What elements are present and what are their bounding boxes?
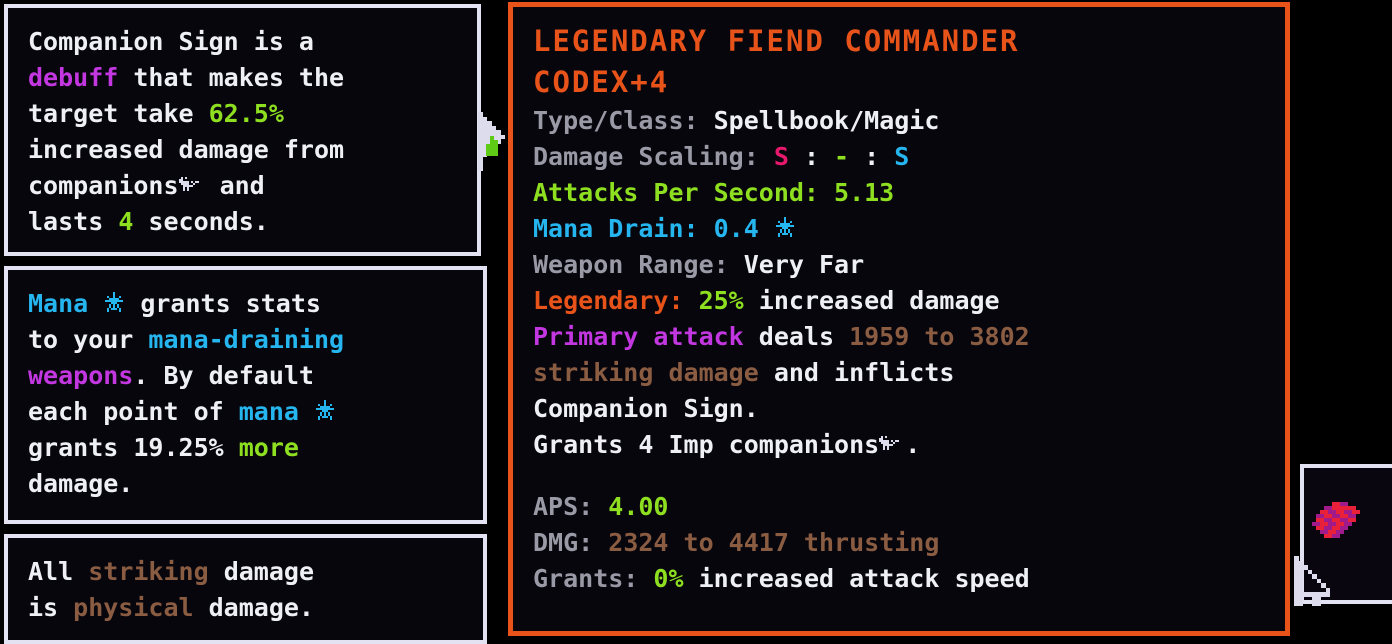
tooltip-mana-body: Mana grants stats to your mana-draining … bbox=[8, 270, 483, 512]
tooltip-striking-body: All striking damage is physical damage. bbox=[8, 538, 483, 636]
mana-star-icon bbox=[314, 400, 336, 424]
tooltip-line: weapons. By default bbox=[28, 361, 314, 390]
desc-line: striking damage and inflicts bbox=[533, 358, 955, 387]
stat-legendary: Legendary: 25% increased damage bbox=[533, 286, 1000, 315]
mouse-pointer-cursor bbox=[1294, 556, 1346, 636]
desc-line: Primary attack deals 1959 to 3802 bbox=[533, 322, 1030, 351]
stat-damage-scaling: Damage Scaling: S : - : S bbox=[533, 142, 910, 171]
green-indicator bbox=[486, 136, 500, 156]
tooltip-line: All striking damage bbox=[28, 557, 314, 586]
tooltip-line: damage. bbox=[28, 469, 134, 498]
tooltip-line: is physical damage. bbox=[28, 593, 314, 622]
item-title-line-1: LEGENDARY FIEND COMMANDER bbox=[533, 24, 1020, 58]
summary-aps: APS: 4.00 bbox=[533, 492, 669, 521]
summary-dmg: DMG: 2324 to 4417 thrusting bbox=[533, 528, 940, 557]
summary-grants: Grants: 0% increased attack speed bbox=[533, 564, 1030, 593]
tooltip-line: each point of mana bbox=[28, 394, 465, 430]
stat-attacks-per-second: Attacks Per Second: 5.13 bbox=[533, 178, 895, 207]
companion-dog-icon bbox=[879, 436, 905, 456]
stat-weapon-range: Weapon Range: Very Far bbox=[533, 250, 865, 279]
tooltip-mana: Mana grants stats to your mana-draining … bbox=[4, 266, 487, 524]
codex-item-icon[interactable] bbox=[1312, 498, 1360, 542]
item-detail-panel: LEGENDARY FIEND COMMANDER CODEX+4 Type/C… bbox=[508, 2, 1290, 636]
companion-dog-icon bbox=[178, 177, 205, 197]
tooltip-line: Mana grants stats bbox=[28, 289, 321, 318]
tooltip-line: lasts 4 seconds. bbox=[28, 207, 269, 236]
desc-line: Grants 4 Imp companions. bbox=[533, 430, 921, 459]
tooltip-line: grants 19.25% more bbox=[28, 433, 299, 462]
tooltip-line: increased damage from bbox=[28, 135, 345, 164]
tooltip-line: to your mana-draining bbox=[28, 325, 345, 354]
stat-mana-drain: Mana Drain: 0.4 bbox=[533, 211, 1285, 247]
tooltip-companion-sign: Companion Sign is a debuff that makes th… bbox=[4, 4, 481, 256]
stat-type-class: Type/Class: Spellbook/Magic bbox=[533, 106, 940, 135]
tooltip-line: companions and bbox=[28, 171, 265, 200]
item-title-line-2: CODEX+4 bbox=[533, 65, 670, 99]
item-detail-body: LEGENDARY FIEND COMMANDER CODEX+4 Type/C… bbox=[513, 7, 1285, 597]
mana-star-icon bbox=[103, 292, 125, 316]
tooltip-companion-sign-body: Companion Sign is a debuff that makes th… bbox=[8, 8, 477, 250]
desc-line: Companion Sign. bbox=[533, 394, 759, 423]
tooltip-line: debuff that makes the bbox=[28, 63, 345, 92]
mana-star-icon bbox=[774, 217, 796, 241]
tooltip-line: target take 62.5% bbox=[28, 99, 284, 128]
tooltip-striking-damage: All striking damage is physical damage. bbox=[4, 534, 487, 644]
tooltip-line: Companion Sign is a bbox=[28, 27, 314, 56]
